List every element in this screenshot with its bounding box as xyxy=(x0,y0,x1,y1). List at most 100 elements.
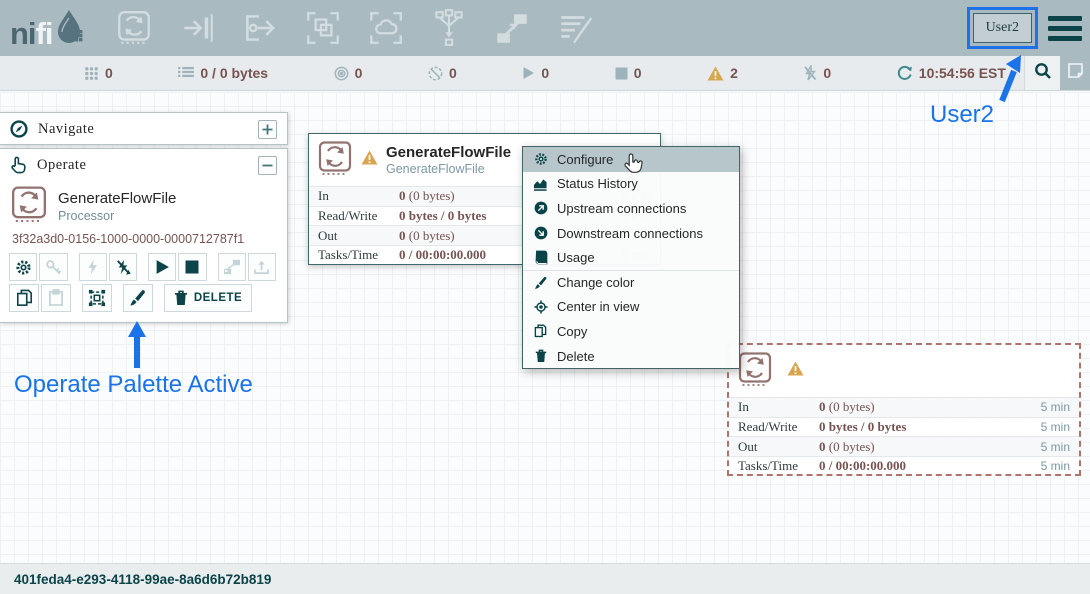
menu-item-change-color[interactable]: Change color xyxy=(523,270,739,295)
change-color-button[interactable] xyxy=(123,284,153,312)
transmitting-icon xyxy=(334,66,349,81)
menu-item-downstream[interactable]: Downstream connections xyxy=(523,221,739,246)
stat-value-detail: (0 bytes) xyxy=(409,188,455,203)
menu-item-usage[interactable]: Usage xyxy=(523,245,739,270)
processor-icon[interactable] xyxy=(113,7,155,49)
not-transmitting-icon xyxy=(428,66,443,81)
selected-component-id: 3f32a3d0-0156-1000-0000-0000712787f1 xyxy=(0,230,287,250)
create-template-button xyxy=(218,253,246,281)
stat-row-out: Out 0 (0 bytes) 5 min xyxy=(729,436,1079,456)
navigate-title: Navigate xyxy=(38,121,94,138)
status-transmitting: 0 xyxy=(334,65,363,81)
navigate-header[interactable]: Navigate xyxy=(0,113,287,145)
status-invalid: 0 xyxy=(803,65,831,81)
menu-item-delete[interactable]: Delete xyxy=(523,344,739,369)
paintbrush-icon xyxy=(533,276,548,290)
status-value: 0 / 0 bytes xyxy=(200,65,268,81)
template-icon[interactable] xyxy=(491,7,533,49)
funnel-icon[interactable] xyxy=(428,7,470,49)
output-port-icon[interactable] xyxy=(239,7,281,49)
configure-button[interactable] xyxy=(9,253,37,281)
bulletin-toggle-button[interactable] xyxy=(1060,56,1090,90)
processor-ghost[interactable]: In 0 (0 bytes) 5 min Read/Write 0 bytes … xyxy=(727,343,1081,476)
user-callout-box: User2 xyxy=(967,7,1038,49)
bulletin-note-icon xyxy=(1067,62,1084,84)
queued-list-icon xyxy=(178,66,194,80)
hamburger-bar xyxy=(1048,16,1082,21)
enable-button xyxy=(79,253,107,281)
paste-button xyxy=(41,284,71,312)
stat-label: Tasks/Time xyxy=(738,458,819,474)
menu-item-label: Delete xyxy=(557,349,595,364)
stat-label: In xyxy=(318,188,399,204)
flow-canvas[interactable]: Navigate Operate xyxy=(0,92,1090,563)
stat-row-in: In 0 (0 bytes) 5 min xyxy=(729,397,1079,417)
process-group-icon[interactable] xyxy=(302,7,344,49)
logo-text-ni: ni xyxy=(10,18,36,49)
delete-button[interactable]: DELETE xyxy=(164,284,252,312)
warning-icon xyxy=(361,150,378,170)
group-button[interactable] xyxy=(82,284,112,312)
nifi-logo: nifi xyxy=(10,8,83,49)
selected-component-name: GenerateFlowFile xyxy=(58,190,176,207)
current-user-label: User2 xyxy=(973,13,1032,43)
stat-value: 0 xyxy=(399,228,406,243)
disable-button[interactable] xyxy=(109,253,137,281)
flow-status-bar: 0 0 / 0 bytes 0 0 xyxy=(0,56,1090,91)
stat-value: 0 / 00:00:00.000 xyxy=(399,247,486,262)
operate-header[interactable]: Operate xyxy=(0,149,287,181)
search-button[interactable] xyxy=(1024,56,1060,90)
stat-label: Read/Write xyxy=(318,208,399,224)
menu-item-label: Downstream connections xyxy=(557,226,703,241)
upload-template-button xyxy=(248,253,276,281)
status-value: 0 xyxy=(541,65,549,81)
component-toolbar xyxy=(113,7,596,49)
copy-icon xyxy=(533,324,548,338)
status-not-transmitting: 0 xyxy=(428,65,457,81)
status-value: 0 xyxy=(823,65,831,81)
remote-process-group-icon[interactable] xyxy=(365,7,407,49)
upstream-icon xyxy=(533,201,548,215)
status-value: 0 xyxy=(634,65,642,81)
stop-button[interactable] xyxy=(178,253,206,281)
gear-icon xyxy=(533,152,548,166)
label-icon[interactable] xyxy=(554,7,596,49)
input-port-icon[interactable] xyxy=(176,7,218,49)
menu-item-upstream[interactable]: Upstream connections xyxy=(523,196,739,221)
stat-value-detail: (0 bytes) xyxy=(409,228,455,243)
nifi-drop-icon xyxy=(53,8,83,49)
palette-callout-text: Operate Palette Active xyxy=(14,371,253,398)
stat-window: 5 min xyxy=(1041,459,1070,473)
processor-stamp-icon xyxy=(10,185,48,228)
status-value: 0 xyxy=(355,65,363,81)
start-button[interactable] xyxy=(148,253,176,281)
running-icon xyxy=(522,66,535,80)
stat-label: Out xyxy=(738,439,819,455)
status-value: 10:54:56 EST xyxy=(919,65,1006,81)
expand-icon[interactable] xyxy=(258,120,277,139)
status-stopped: 0 xyxy=(615,65,642,81)
stopped-icon xyxy=(615,67,628,80)
app-toolbar: nifi xyxy=(0,0,1090,56)
footer-bar: 401feda4-e293-4118-99ae-8a6d6b72b819 xyxy=(0,563,1090,594)
processor-stats: In 0 (0 bytes) 5 min Read/Write 0 bytes … xyxy=(729,397,1079,476)
copy-button[interactable] xyxy=(9,284,39,312)
refresh-icon xyxy=(897,65,913,81)
operate-title: Operate xyxy=(37,157,86,174)
menu-item-copy[interactable]: Copy xyxy=(523,319,739,344)
flow-id: 401feda4-e293-4118-99ae-8a6d6b72b819 xyxy=(14,572,271,587)
processor-name: GenerateFlowFile xyxy=(386,144,511,161)
stat-window: 5 min xyxy=(1041,440,1070,454)
selected-component: GenerateFlowFile Processor xyxy=(0,181,287,230)
menu-item-center[interactable]: Center in view xyxy=(523,295,739,320)
processor-stamp-icon xyxy=(317,140,353,181)
global-menu-button[interactable] xyxy=(1048,16,1082,41)
search-icon xyxy=(1034,62,1052,85)
status-warnings: 2 xyxy=(707,65,738,81)
stat-label: Tasks/Time xyxy=(318,247,399,263)
menu-item-label: Usage xyxy=(557,250,595,265)
menu-item-label: Change color xyxy=(557,275,634,290)
downstream-icon xyxy=(533,226,548,240)
collapse-icon[interactable] xyxy=(258,156,277,175)
delete-button-label: DELETE xyxy=(194,292,242,304)
